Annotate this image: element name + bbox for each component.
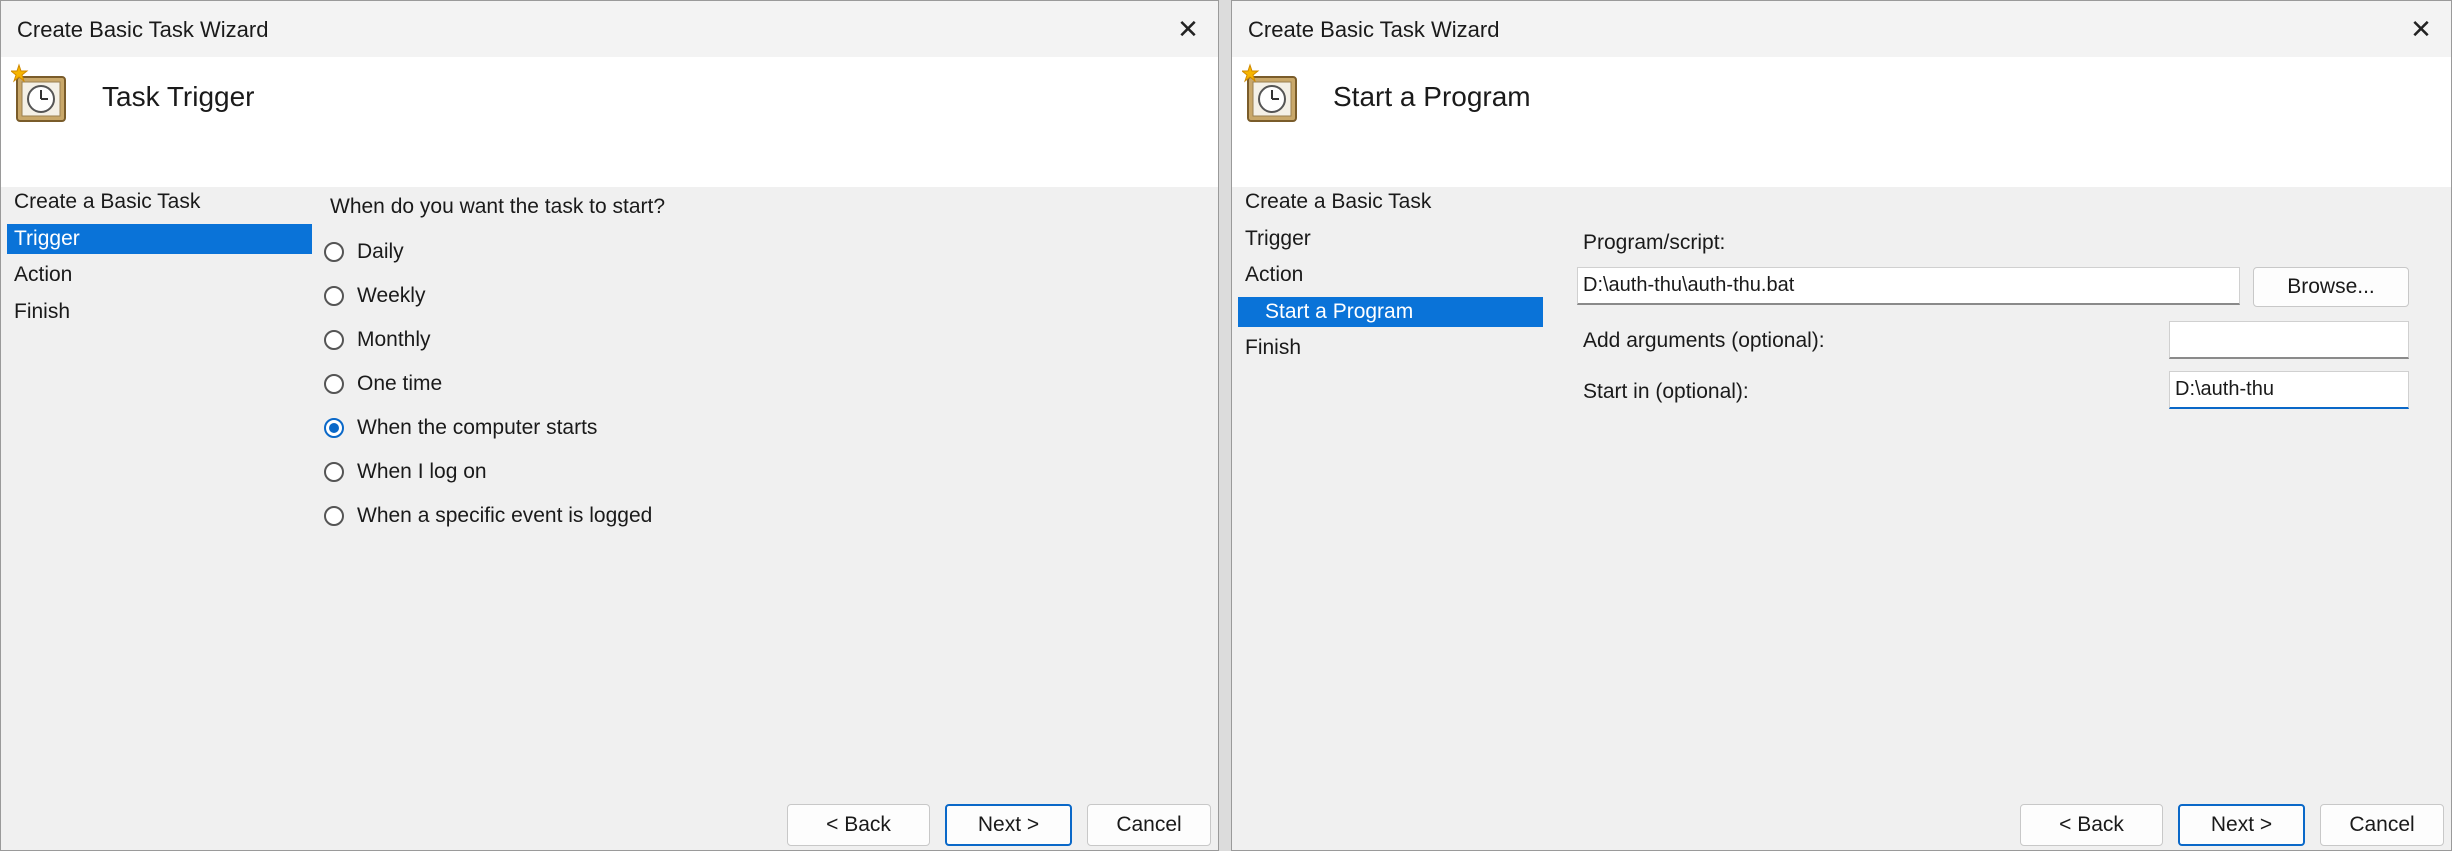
step-action[interactable]: Action: [7, 260, 312, 290]
radio-log-on[interactable]: When I log on: [324, 457, 487, 487]
program-script-input[interactable]: D:\auth-thu\auth-thu.bat: [1577, 267, 2240, 305]
radio-label: Daily: [357, 240, 404, 263]
radio-label: When the computer starts: [357, 416, 598, 439]
step-action[interactable]: Action: [1238, 260, 1543, 290]
radio-button[interactable]: [324, 506, 344, 526]
program-script-label: Program/script:: [1583, 231, 1726, 254]
radio-weekly[interactable]: Weekly: [324, 281, 425, 311]
step-trigger[interactable]: Trigger: [1238, 224, 1543, 254]
close-button[interactable]: ✕: [1158, 1, 1218, 57]
radio-label: When I log on: [357, 460, 487, 483]
radio-label: One time: [357, 372, 443, 395]
page-heading: Task Trigger: [102, 81, 255, 112]
radio-button[interactable]: [324, 462, 344, 482]
window-title: Create Basic Task Wizard: [17, 17, 269, 42]
close-button[interactable]: ✕: [2391, 1, 2451, 57]
radio-button-selected[interactable]: [324, 418, 344, 438]
add-arguments-input[interactable]: [2169, 321, 2409, 359]
step-finish[interactable]: Finish: [7, 297, 312, 327]
radio-button[interactable]: [324, 286, 344, 306]
start-program-window: Create Basic Task Wizard ✕ Start a Progr…: [1231, 0, 2452, 851]
radio-one-time[interactable]: One time: [324, 369, 442, 399]
cancel-button[interactable]: Cancel: [1087, 804, 1211, 846]
step-finish[interactable]: Finish: [1238, 333, 1543, 363]
radio-button[interactable]: [324, 242, 344, 262]
next-button[interactable]: Next >: [2178, 804, 2305, 846]
browse-button[interactable]: Browse...: [2253, 267, 2409, 307]
step-create-basic-task[interactable]: Create a Basic Task: [7, 187, 312, 217]
task-trigger-window: Create Basic Task Wizard ✕ Task Trigger …: [0, 0, 1219, 851]
window-title: Create Basic Task Wizard: [1248, 17, 1500, 42]
wizard-body: Create a Basic Task Trigger Action Finis…: [1, 187, 1218, 850]
radio-daily[interactable]: Daily: [324, 237, 404, 267]
title-bar: Create Basic Task Wizard ✕: [1, 1, 1218, 57]
back-button[interactable]: < Back: [787, 804, 930, 846]
radio-button[interactable]: [324, 374, 344, 394]
radio-monthly[interactable]: Monthly: [324, 325, 431, 355]
next-button[interactable]: Next >: [945, 804, 1072, 846]
radio-button[interactable]: [324, 330, 344, 350]
radio-label: Monthly: [357, 328, 431, 351]
step-create-basic-task[interactable]: Create a Basic Task: [1238, 187, 1543, 217]
start-in-label: Start in (optional):: [1583, 380, 1749, 403]
radio-event-logged[interactable]: When a specific event is logged: [324, 501, 652, 531]
start-in-input[interactable]: D:\auth-thu: [2169, 371, 2409, 409]
task-scheduler-icon: [1242, 63, 1297, 122]
wizard-header: Start a Program: [1232, 57, 2451, 187]
wizard-body: Create a Basic Task Trigger Action Start…: [1232, 187, 2451, 850]
step-trigger[interactable]: Trigger: [7, 224, 312, 254]
trigger-question: When do you want the task to start?: [330, 195, 666, 218]
wizard-header: Task Trigger: [1, 57, 1218, 187]
page-heading: Start a Program: [1333, 81, 1531, 112]
title-bar: Create Basic Task Wizard ✕: [1232, 1, 2451, 57]
cancel-button[interactable]: Cancel: [2320, 804, 2444, 846]
add-arguments-label: Add arguments (optional):: [1583, 329, 1825, 352]
task-scheduler-icon: [11, 63, 66, 122]
radio-label: Weekly: [357, 284, 426, 307]
back-button[interactable]: < Back: [2020, 804, 2163, 846]
radio-label: When a specific event is logged: [357, 504, 653, 527]
radio-computer-starts[interactable]: When the computer starts: [324, 413, 597, 443]
step-start-a-program[interactable]: Start a Program: [1238, 297, 1543, 327]
